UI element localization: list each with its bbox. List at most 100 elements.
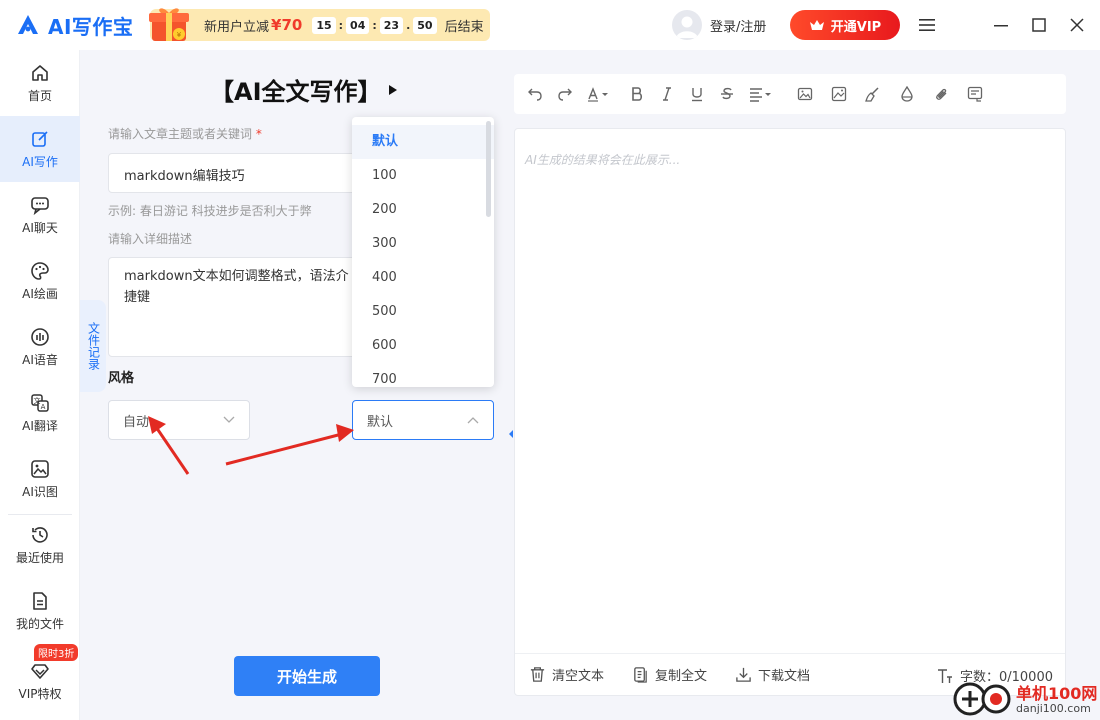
underline-icon[interactable] <box>686 83 708 105</box>
download-icon <box>736 667 751 682</box>
login-link[interactable]: 登录/注册 <box>710 16 766 35</box>
detail-textarea[interactable]: markdown文本如何调整格式，语法介 捷键 <box>108 257 358 357</box>
timer-separator: : <box>338 18 344 32</box>
sidebar-item-home[interactable]: 首页 <box>0 50 80 116</box>
file-icon <box>33 591 47 610</box>
page-title: 【AI全文写作】 <box>210 72 398 107</box>
clear-text-button[interactable]: 清空文本 <box>529 665 604 684</box>
watermark-logo-icon <box>953 682 1011 716</box>
result-editor[interactable]: AI生成的结果将会在此展示... 清空文本 复制全文 下载文档 字数：0/100… <box>514 128 1066 696</box>
logo-mark-icon <box>18 15 38 34</box>
sidebar-item-ai-translate[interactable]: 文A AI翻译 <box>0 380 80 446</box>
dropdown-option[interactable]: 300 <box>352 227 494 261</box>
bold-icon[interactable] <box>626 83 648 105</box>
open-vip-button[interactable]: 开通VIP <box>790 10 900 40</box>
menu-button[interactable] <box>916 14 938 36</box>
promo-banner[interactable]: ¥ 新用户立减 ¥70 15 : 04 : 23 . 50 后结束 <box>149 8 490 41</box>
sidebar-item-vip[interactable]: 限时3折 VIP特权 <box>0 644 80 710</box>
dropdown-option[interactable]: 700 <box>352 363 494 387</box>
topic-label-text: 请输入文章主题或者关键词 <box>108 127 253 141</box>
sidebar-item-my-files[interactable]: 我的文件 <box>0 578 80 644</box>
dropdown-option[interactable]: 500 <box>352 295 494 329</box>
clear-text-label: 清空文本 <box>552 669 605 684</box>
dropdown-option[interactable]: 400 <box>352 261 494 295</box>
sidebar-item-ai-image-recognition[interactable]: AI识图 <box>0 446 80 512</box>
timer-separator: . <box>406 18 411 32</box>
translate-icon: 文A <box>31 393 49 412</box>
minimize-button[interactable] <box>990 14 1012 36</box>
dropdown-option[interactable]: 600 <box>352 329 494 363</box>
file-records-tab[interactable]: 文件记录 <box>80 300 106 392</box>
start-generate-button[interactable]: 开始生成 <box>234 656 380 696</box>
user-icon <box>676 16 698 38</box>
font-color-icon[interactable] <box>584 83 614 105</box>
gift-icon: ¥ <box>149 8 189 41</box>
length-dropdown: 默认 100 200 300 400 500 600 700 <box>352 117 494 387</box>
maximize-icon <box>1032 18 1046 32</box>
palette-icon <box>31 261 49 280</box>
sidebar-item-label: 最近使用 <box>15 550 64 565</box>
topic-input[interactable]: markdown编辑技巧 <box>108 153 358 193</box>
italic-icon[interactable] <box>656 83 678 105</box>
trash-icon <box>530 667 545 682</box>
timer-minutes: 04 <box>346 16 370 34</box>
fill-icon[interactable] <box>896 83 918 105</box>
timer-seconds: 23 <box>379 16 404 34</box>
detail-label: 请输入详细描述 <box>108 232 193 246</box>
sidebar-item-label: AI翻译 <box>22 418 58 433</box>
site-watermark: 单机100网 danji100.com <box>952 678 1100 720</box>
align-icon[interactable] <box>746 83 776 105</box>
sidebar-item-ai-writing[interactable]: AI写作 <box>0 116 80 182</box>
dropdown-scrollbar[interactable] <box>486 121 491 217</box>
undo-icon[interactable] <box>524 83 546 105</box>
attachment-icon[interactable] <box>930 83 952 105</box>
svg-text:¥: ¥ <box>177 31 182 39</box>
hamburger-icon <box>919 19 935 31</box>
close-button[interactable] <box>1066 14 1088 36</box>
play-icon[interactable] <box>388 84 398 96</box>
sidebar-item-ai-voice[interactable]: AI语音 <box>0 314 80 380</box>
redo-icon[interactable] <box>554 83 576 105</box>
copy-all-label: 复制全文 <box>655 669 708 684</box>
dropdown-option[interactable]: 100 <box>352 159 494 193</box>
promo-price: ¥70 <box>271 16 303 34</box>
title-bar: AI写作宝 ¥ 新用户立减 ¥70 15 : 04 : 23 . 50 后结束 … <box>0 0 1100 50</box>
sidebar-item-ai-painting[interactable]: AI绘画 <box>0 248 80 314</box>
strikethrough-icon[interactable] <box>716 83 738 105</box>
sidebar-item-label: VIP特权 <box>18 686 62 701</box>
dropdown-option[interactable]: 默认 <box>352 125 494 159</box>
topic-input-value: markdown编辑技巧 <box>124 169 245 184</box>
sidebar: 首页 AI写作 AI聊天 AI绘画 AI语音 文A AI翻译 AI识图 最近使用… <box>0 50 80 720</box>
editor-placeholder: AI生成的结果将会在此展示... <box>525 153 681 167</box>
promo-text: 新用户立减 <box>204 19 270 35</box>
insert-image-icon[interactable] <box>828 83 850 105</box>
sidebar-item-label: 我的文件 <box>15 616 64 631</box>
sidebar-item-ai-chat[interactable]: AI聊天 <box>0 182 80 248</box>
template-icon[interactable] <box>964 83 986 105</box>
download-doc-button[interactable]: 下载文档 <box>735 665 810 684</box>
app-logo-text: AI写作宝 <box>48 14 134 39</box>
sidebar-item-label: 首页 <box>27 88 52 103</box>
avatar[interactable] <box>672 10 702 40</box>
sidebar-item-label: AI绘画 <box>22 286 58 301</box>
example-text: 示例: 春日游记 科技进步是否利大于弊 <box>108 204 312 218</box>
sidebar-item-recent[interactable]: 最近使用 <box>0 512 80 578</box>
dropdown-option[interactable]: 200 <box>352 193 494 227</box>
app-logo[interactable]: AI写作宝 <box>16 11 133 39</box>
voice-icon <box>31 327 49 346</box>
image-icon <box>31 459 49 478</box>
annotation-arrows <box>148 416 354 475</box>
svg-text:A: A <box>41 403 46 411</box>
required-mark: * <box>255 127 262 141</box>
chevron-up-icon <box>467 417 479 424</box>
minimize-icon <box>994 25 1008 27</box>
image-icon[interactable] <box>794 83 816 105</box>
copy-all-button[interactable]: 复制全文 <box>632 665 707 684</box>
maximize-button[interactable] <box>1028 14 1050 36</box>
style-label: 风格 <box>108 371 135 386</box>
discount-badge: 限时3折 <box>34 644 79 661</box>
copy-icon <box>634 667 647 683</box>
format-brush-icon[interactable] <box>862 83 884 105</box>
sidebar-item-label: AI聊天 <box>22 220 58 235</box>
svg-text:文: 文 <box>34 396 41 405</box>
